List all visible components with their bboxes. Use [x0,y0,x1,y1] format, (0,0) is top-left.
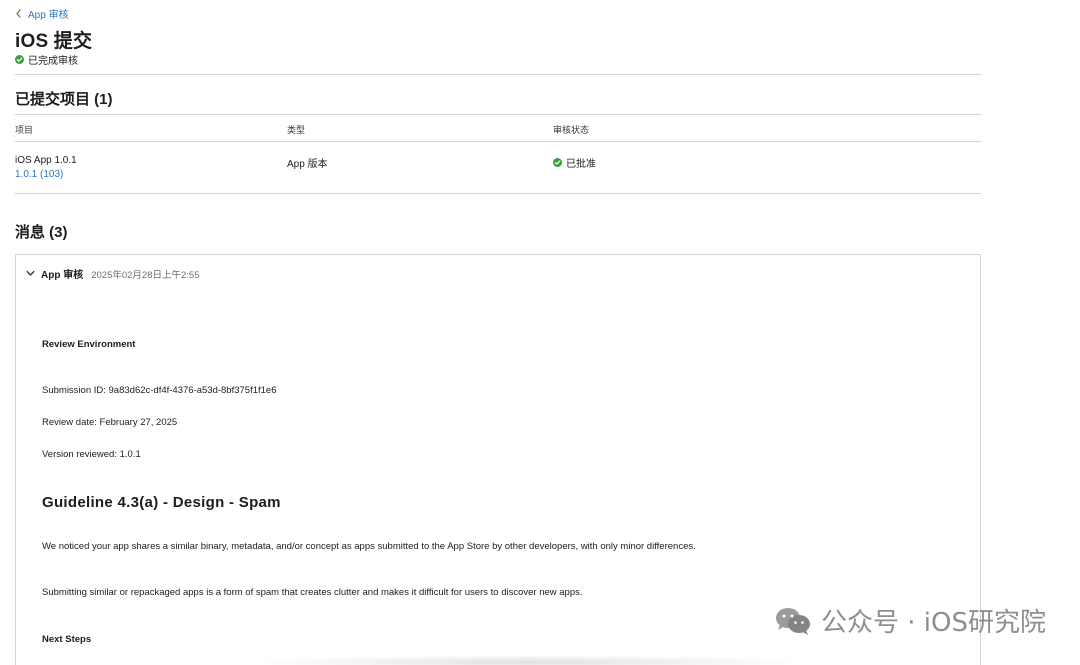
message-timestamp: 2025年02月28日上午2:55 [91,269,200,281]
review-date: Review date: February 27, 2025 [42,417,178,428]
column-header-status: 审核状态 [553,125,590,135]
build-link[interactable]: 1.0.1 (103) [15,169,63,180]
check-circle-icon [553,158,562,167]
review-environment-heading: Review Environment [42,339,136,350]
item-review-status: 已批准 [553,155,596,170]
messages-title: 消息 (3) [15,224,68,241]
watermark-text: 公众号 · iOS研究院 [821,608,1046,638]
divider [15,114,981,115]
message-header-toggle[interactable]: App 审核 2025年02月28日上午2:55 [26,266,199,281]
breadcrumb[interactable]: App 审核 [15,6,69,21]
wechat-icon [776,607,810,635]
column-header-item: 项目 [15,125,34,135]
message-sender: App 审核 [41,270,84,281]
review-status: 已完成审核 [15,52,78,67]
divider [15,141,981,142]
item-name: iOS App 1.0.1 [15,155,77,166]
message-paragraph-2: Submitting similar or repackaged apps is… [42,587,583,598]
check-circle-icon [15,55,24,64]
guideline-heading: Guideline 4.3(a) - Design - Spam [42,494,281,511]
message-paragraph-1: We noticed your app shares a similar bin… [42,541,696,552]
next-steps-heading: Next Steps [42,634,92,645]
bottom-shadow [250,655,810,665]
item-review-status-label: 已批准 [566,159,596,170]
submission-id: Submission ID: 9a83d62c-df4f-4376-a53d-8… [42,385,277,396]
item-type: App 版本 [287,159,328,170]
version-reviewed: Version reviewed: 1.0.1 [42,449,141,460]
app-review-page: App 审核 iOS 提交 已完成审核 已提交项目 (1) 项目 类型 审核状态… [0,0,1080,665]
chevron-left-icon [16,9,21,18]
review-status-label: 已完成审核 [28,56,78,67]
chevron-down-icon[interactable] [26,270,35,277]
breadcrumb-label[interactable]: App 审核 [28,6,69,21]
divider [15,74,981,75]
divider [15,193,981,194]
column-header-type: 类型 [287,125,306,135]
watermark: 公众号 · iOS研究院 [773,602,1046,639]
page-title: iOS 提交 [15,31,93,52]
submitted-items-title: 已提交项目 (1) [15,91,113,108]
